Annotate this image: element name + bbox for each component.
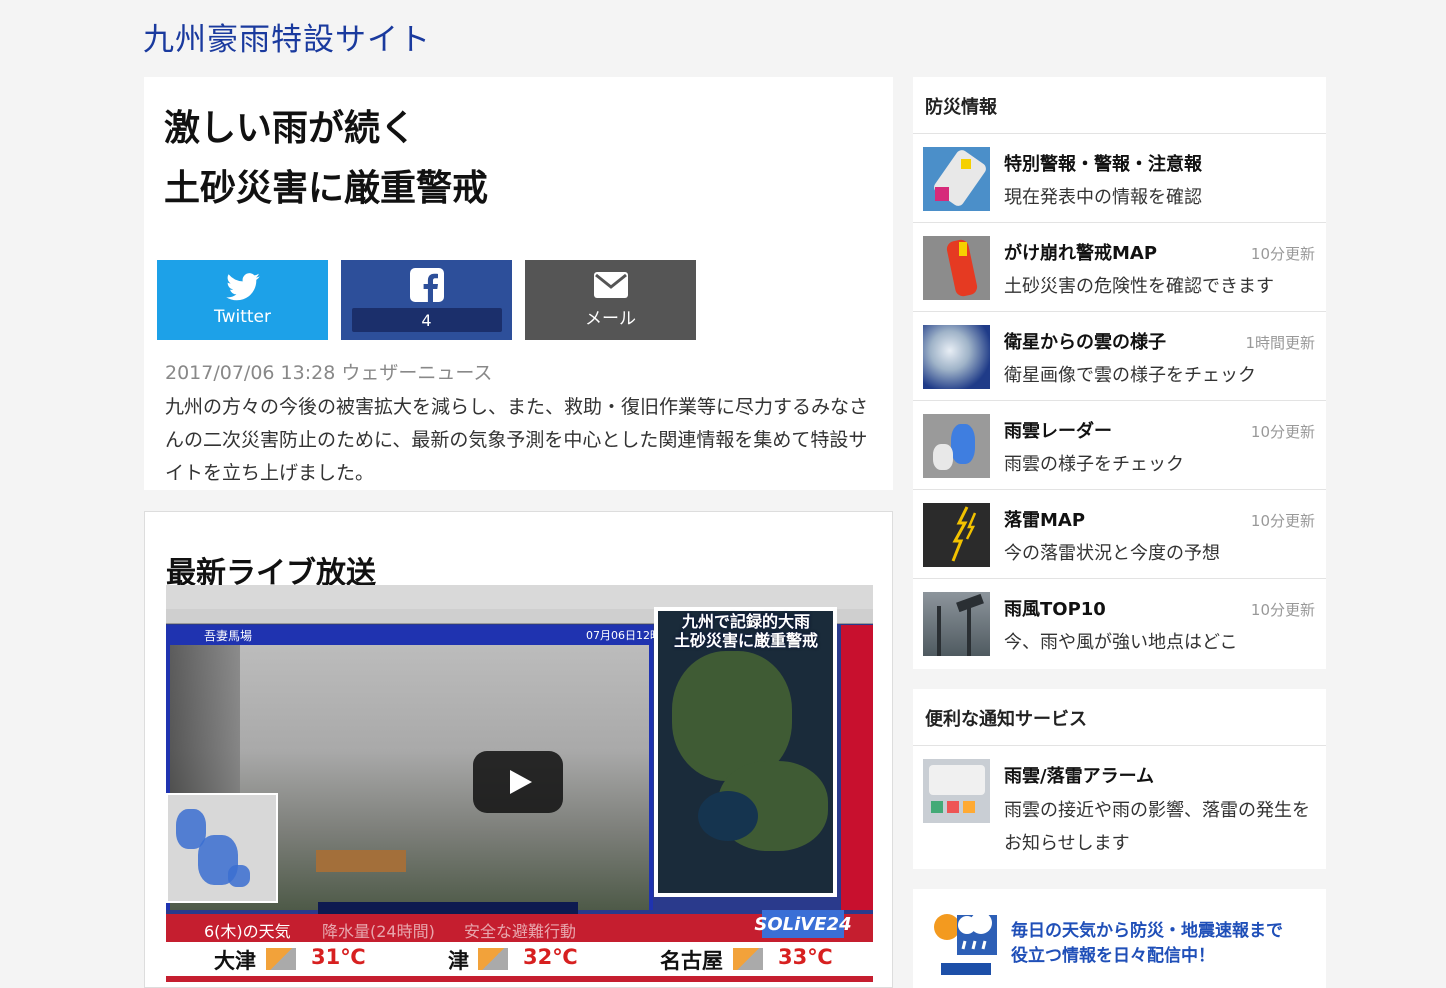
facebook-share-count: 4: [351, 308, 502, 332]
satellite-thumbnail: [923, 325, 990, 389]
twitter-icon: [225, 273, 260, 301]
lightning-icon: [951, 506, 977, 562]
article-body: 九州の方々の今後の被害拡大を減らし、また、救助・復旧作業等に尽力するみなさんの二…: [165, 396, 869, 484]
satellite-map: [654, 607, 837, 897]
map-heading-line-2: 土砂災害に厳重警戒: [673, 631, 818, 650]
disaster-heading-bar: 防災情報: [913, 77, 1326, 134]
headline-line-1: 激しい雨が続く: [164, 108, 417, 149]
article-date-source: 2017/07/06 13:28 ウェザーニュース: [165, 362, 493, 384]
video-controls: [318, 902, 578, 914]
notify-heading: 便利な通知サービス: [925, 709, 1087, 730]
facebook-icon: [409, 268, 444, 302]
play-button[interactable]: [473, 751, 563, 813]
city-temp: 31℃: [311, 945, 366, 969]
mail-label: メール: [585, 308, 636, 329]
item-title: 落雷MAP: [1004, 510, 1086, 531]
video-red-strip: [841, 625, 873, 910]
item-subtitle: 土砂災害の危険性を確認できます: [1004, 276, 1274, 297]
update-frequency: 10分更新: [1250, 512, 1315, 530]
warning-map-thumbnail: [923, 147, 990, 211]
ticker-weather: 6(木)の天気: [204, 922, 291, 941]
radar-rain-area: [228, 865, 250, 887]
twitter-label: Twitter: [214, 307, 271, 327]
map-heading-line-1: 九州で記録的大雨: [681, 612, 810, 631]
update-frequency: 10分更新: [1250, 601, 1315, 619]
live-video-player[interactable]: 吾妻馬場 07月06日12時36分 九州で記録的大雨 土砂災害に厳重警戒 6(木…: [166, 585, 873, 982]
facebook-share-button[interactable]: 4: [341, 260, 512, 340]
item-subtitle: 今の落雷状況と今度の予想: [1004, 543, 1220, 564]
weathernews-banner[interactable]: 毎日の天気から防災・地震速報まで 役立つ情報を日々配信中！: [913, 889, 1326, 988]
city-name: 名古屋: [660, 949, 723, 973]
article-headline: 激しい雨が続く 土砂災害に厳重警戒: [164, 99, 488, 219]
sun-cloud-icon: [478, 948, 508, 970]
banner-line-1: 毎日の天気から防災・地震速報まで: [1011, 921, 1283, 941]
item-title: がけ崩れ警戒MAP: [1004, 243, 1158, 264]
item-subtitle: 現在発表中の情報を確認: [1004, 187, 1202, 208]
city-name: 大津: [214, 949, 256, 973]
disaster-info-card: 防災情報 特別警報・警報・注意報 現在発表中の情報を確認 がけ崩れ警戒MAP 土…: [913, 77, 1326, 669]
map-heading: 九州で記録的大雨 土砂災害に厳重警戒: [656, 612, 836, 650]
site-title[interactable]: 九州豪雨特設サイト: [143, 14, 431, 59]
disaster-item-lightning-map[interactable]: 落雷MAP 今の落雷状況と今度の予想 10分更新: [913, 490, 1326, 579]
storm-photo-thumbnail: [923, 592, 990, 656]
headline-line-2: 土砂災害に厳重警戒: [164, 168, 489, 209]
item-title: 衛星からの雲の様子: [1004, 332, 1166, 353]
video-browser-toolbar: [166, 585, 873, 609]
city-temp: 32℃: [523, 945, 578, 969]
update-frequency: 10分更新: [1250, 245, 1315, 263]
city-temp: 33℃: [778, 945, 833, 969]
sun-cloud-icon: [733, 948, 763, 970]
camera-location-label: 吾妻馬場: [204, 629, 253, 643]
radar-inset: [166, 793, 278, 903]
item-subtitle: 今、雨や風が強い地点はどこ: [1004, 632, 1238, 653]
building-roof: [316, 850, 406, 872]
mail-icon: [593, 271, 628, 298]
map-bay: [698, 791, 758, 841]
ticker-evacuation: 安全な避難行動: [464, 922, 577, 941]
lightning-map-thumbnail: [923, 503, 990, 567]
item-subtitle: 雨雲の様子をチェック: [1004, 454, 1184, 475]
disaster-heading: 防災情報: [925, 97, 997, 118]
banner-text[interactable]: 毎日の天気から防災・地震速報まで 役立つ情報を日々配信中！: [1011, 919, 1283, 969]
landslide-map-thumbnail: [923, 236, 990, 300]
item-subtitle: 雨雲の接近や雨の影響、落雷の発生をお知らせします: [1004, 800, 1310, 854]
item-title: 特別警報・警報・注意報: [1004, 154, 1202, 175]
disaster-item-satellite[interactable]: 衛星からの雲の様子 衛星画像で雲の様子をチェック 1時間更新: [913, 312, 1326, 401]
disaster-item-rain-radar[interactable]: 雨雲レーダー 雨雲の様子をチェック 10分更新: [913, 401, 1326, 490]
update-frequency: 1時間更新: [1245, 334, 1315, 352]
brand-logo: SOLiVE24: [754, 910, 852, 938]
article-card: 激しい雨が続く 土砂災害に厳重警戒 Twitter 4 メール 2017/07/…: [144, 77, 893, 490]
phone-app-thumbnail: [923, 759, 990, 823]
rain-radar-thumbnail: [923, 414, 990, 478]
notify-heading-bar: 便利な通知サービス: [913, 689, 1326, 746]
disaster-item-landslide-map[interactable]: がけ崩れ警戒MAP 土砂災害の危険性を確認できます 10分更新: [913, 223, 1326, 312]
item-title: 雨雲レーダー: [1004, 421, 1112, 442]
notify-item-alarm[interactable]: 雨雲/落雷アラーム 雨雲の接近や雨の影響、落雷の発生をお知らせします: [913, 746, 1326, 869]
update-frequency: 10分更新: [1250, 423, 1315, 441]
weathernews-logo-icon: [934, 912, 997, 975]
banner-line-2: 役立つ情報を日々配信中！: [1011, 946, 1215, 966]
live-broadcast-card: 最新ライブ放送 吾妻馬場 07月06日12時36分 九州で記録的大雨 土砂災害に…: [144, 511, 893, 988]
ticker-rain: 降水量(24時間): [322, 922, 435, 941]
disaster-item-rain-wind-top10[interactable]: 雨風TOP10 今、雨や風が強い地点はどこ 10分更新: [913, 579, 1326, 668]
twitter-share-button[interactable]: Twitter: [157, 260, 328, 340]
item-title: 雨風TOP10: [1004, 599, 1106, 620]
video-ticker-temps: 大津 31℃ 津 32℃ 名古屋 33℃: [166, 942, 873, 982]
sun-cloud-icon: [266, 948, 296, 970]
city-name: 津: [448, 949, 469, 973]
disaster-item-warnings[interactable]: 特別警報・警報・注意報 現在発表中の情報を確認: [913, 134, 1326, 223]
mail-share-button[interactable]: メール: [525, 260, 696, 340]
notification-card: 便利な通知サービス 雨雲/落雷アラーム 雨雲の接近や雨の影響、落雷の発生をお知ら…: [913, 689, 1326, 869]
item-title: 雨雲/落雷アラーム: [1004, 766, 1155, 787]
item-subtitle: 衛星画像で雲の様子をチェック: [1004, 365, 1256, 386]
